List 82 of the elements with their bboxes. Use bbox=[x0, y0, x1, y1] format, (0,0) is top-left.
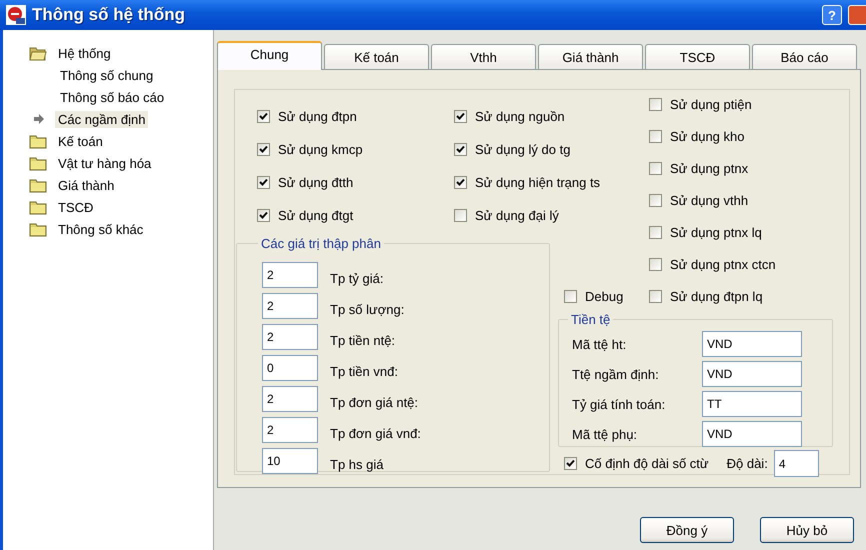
field-label: Tp tiền vnđ: bbox=[330, 362, 398, 378]
checkbox-label: Sử dụng ptnx ctcn bbox=[670, 256, 776, 272]
field-label: Tp hs giá bbox=[330, 456, 384, 472]
checkbox-label: Sử dụng kho bbox=[670, 128, 744, 144]
input-field[interactable]: 4 bbox=[774, 450, 819, 477]
tab[interactable]: TSCĐ bbox=[645, 44, 750, 69]
tab[interactable]: Báo cáo bbox=[752, 44, 857, 69]
field-label: Tp tỷ giá: bbox=[330, 270, 384, 286]
checkbox[interactable] bbox=[454, 176, 467, 189]
field-label: Ttệ ngầm định: bbox=[572, 366, 660, 382]
input-field[interactable]: 2 bbox=[262, 386, 318, 412]
checkbox[interactable] bbox=[649, 98, 662, 110]
checkbox-label: Sử dụng nguồn bbox=[475, 109, 565, 124]
tab[interactable]: Chung bbox=[217, 41, 322, 70]
checkbox-label: Debug bbox=[585, 288, 624, 304]
checkbox[interactable] bbox=[454, 209, 467, 222]
input-field[interactable]: TT bbox=[702, 391, 802, 417]
field-label: Tp số lượng: bbox=[330, 300, 404, 316]
group-title: Các giá trị thập phân bbox=[260, 236, 382, 251]
close-button[interactable] bbox=[848, 5, 866, 25]
checkbox[interactable] bbox=[257, 110, 270, 123]
checkbox[interactable] bbox=[649, 258, 662, 270]
input-field[interactable]: 2 bbox=[262, 292, 318, 318]
checkbox-label: Sử dụng đại lý bbox=[475, 208, 559, 223]
window-title: Thông số hệ thống bbox=[32, 5, 186, 25]
field-label: Tp tiền ntệ: bbox=[330, 332, 396, 348]
tree-item[interactable]: Thông số báo cáo bbox=[57, 88, 168, 106]
checkbox[interactable] bbox=[257, 176, 270, 189]
tree-item[interactable]: Các ngầm định bbox=[55, 110, 148, 128]
input-field[interactable]: VND bbox=[702, 421, 802, 447]
ok-button[interactable]: Đồng ý bbox=[640, 517, 734, 543]
group-title: Tiền tệ bbox=[570, 312, 612, 327]
tree-item[interactable]: TSCĐ bbox=[55, 198, 96, 216]
checkbox[interactable] bbox=[649, 130, 662, 142]
checkbox[interactable] bbox=[649, 162, 662, 174]
checkbox[interactable] bbox=[454, 143, 467, 156]
tab[interactable]: Giá thành bbox=[538, 44, 643, 69]
checkbox-label: Sử dụng đtpn bbox=[278, 109, 357, 124]
tree-item[interactable]: Giá thành bbox=[55, 176, 118, 194]
tab[interactable]: Kế toán bbox=[324, 44, 429, 69]
field-label: Mã ttệ ht: bbox=[572, 336, 628, 352]
input-field[interactable]: 2 bbox=[262, 324, 318, 350]
checkbox[interactable] bbox=[649, 290, 662, 302]
field-label: Tp đơn giá vnđ: bbox=[330, 424, 421, 440]
checkbox[interactable] bbox=[257, 143, 270, 156]
checkbox[interactable] bbox=[649, 194, 662, 206]
tab[interactable]: Vthh bbox=[431, 44, 536, 69]
checkbox-label: Cố định độ dài số ctừ bbox=[585, 456, 709, 471]
checkbox-label: Sử dụng vthh bbox=[670, 192, 748, 208]
field-label: Tp đơn giá ntệ: bbox=[330, 394, 418, 410]
checkbox[interactable] bbox=[649, 226, 662, 238]
checkbox-label: Sử dụng ptnx bbox=[670, 160, 748, 176]
checkbox-label: Sử dụng đtth bbox=[278, 175, 354, 190]
input-field[interactable]: 0 bbox=[262, 354, 318, 380]
app-logo-icon bbox=[6, 5, 26, 25]
field-label: Tỷ giá tính toán: bbox=[572, 396, 666, 412]
tree-item[interactable]: Thông số chung bbox=[57, 66, 156, 84]
arrow-icon bbox=[33, 113, 45, 125]
tree-item[interactable]: Vật tư hàng hóa bbox=[55, 154, 154, 172]
checkbox-label: Sử dụng đtgt bbox=[278, 208, 354, 223]
input-field[interactable]: 2 bbox=[262, 262, 318, 288]
cancel-button[interactable]: Hủy bỏ bbox=[760, 517, 854, 543]
checkbox[interactable] bbox=[257, 209, 270, 222]
tree-item[interactable]: Thông số khác bbox=[55, 220, 146, 238]
checkbox[interactable] bbox=[564, 457, 577, 470]
input-field[interactable]: 10 bbox=[262, 448, 318, 474]
input-field[interactable]: VND bbox=[702, 331, 802, 357]
input-field[interactable]: 2 bbox=[262, 416, 318, 442]
tree-item[interactable]: Hệ thống bbox=[55, 44, 114, 62]
input-field[interactable]: VND bbox=[702, 361, 802, 387]
checkbox-label: Sử dụng ptiện bbox=[670, 96, 752, 112]
tree-item[interactable]: Kế toán bbox=[55, 132, 106, 150]
checkbox-label: Sử dụng ptnx lq bbox=[670, 224, 762, 240]
checkbox[interactable] bbox=[564, 290, 577, 302]
help-button[interactable]: ? bbox=[822, 5, 842, 25]
checkbox-label: Sử dụng đtpn lq bbox=[670, 288, 763, 304]
checkbox-label: Sử dụng hiện trạng ts bbox=[475, 175, 600, 190]
checkbox[interactable] bbox=[454, 110, 467, 123]
checkbox-label: Sử dụng lý do tg bbox=[475, 142, 570, 157]
field-label: Độ dài: bbox=[726, 456, 768, 471]
field-label: Mã ttệ phụ: bbox=[572, 426, 638, 442]
checkbox-label: Sử dụng kmcp bbox=[278, 142, 363, 157]
